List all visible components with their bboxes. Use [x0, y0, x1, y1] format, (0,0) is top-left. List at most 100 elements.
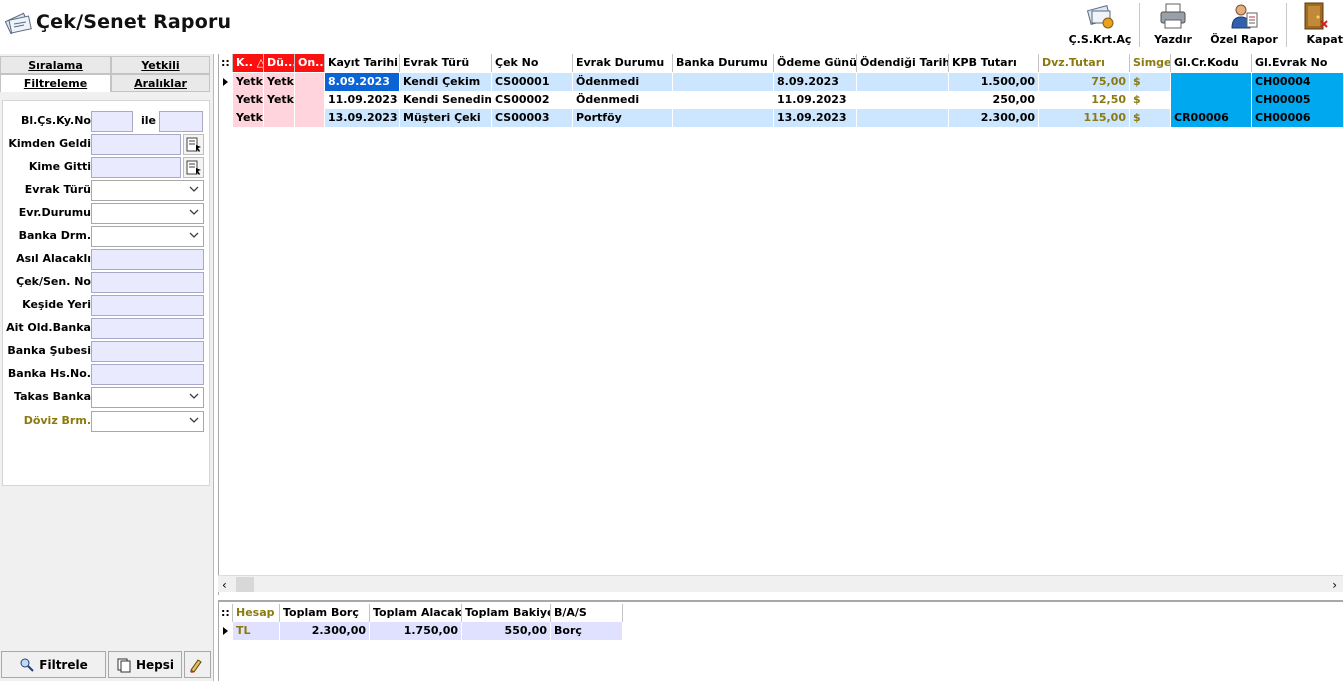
- evr-durumu-select[interactable]: [91, 203, 204, 224]
- column-header[interactable]: Banka Durumu: [673, 54, 774, 72]
- table-cell[interactable]: [673, 109, 774, 127]
- column-header[interactable]: Hesap: [233, 604, 280, 622]
- column-header[interactable]: Kayıt Tarihi: [325, 54, 400, 72]
- table-cell[interactable]: Müşteri Çeki: [400, 109, 492, 127]
- column-header[interactable]: Gl.Evrak No: [1252, 54, 1343, 72]
- table-cell[interactable]: TL: [233, 622, 280, 640]
- column-header[interactable]: Evrak Türü: [400, 54, 492, 72]
- column-header[interactable]: Ödendiği Tarih: [857, 54, 949, 72]
- grid-horizontal-scrollbar[interactable]: ‹ ›: [218, 575, 1343, 592]
- summary-row[interactable]: TL 2.300,00 1.750,00 550,00 Borç: [219, 622, 623, 640]
- table-cell[interactable]: 250,00: [949, 91, 1039, 109]
- table-cell[interactable]: Yetk: [264, 73, 295, 91]
- table-cell[interactable]: [857, 73, 949, 91]
- kimden-geldi-picker-button[interactable]: [183, 134, 204, 155]
- column-header[interactable]: Toplam Alacak: [370, 604, 462, 622]
- table-cell[interactable]: $: [1130, 73, 1171, 91]
- takas-banka-select[interactable]: [91, 387, 204, 408]
- column-header[interactable]: Toplam Bakiye: [462, 604, 551, 622]
- table-cell[interactable]: CS00002: [492, 91, 573, 109]
- summary-grid[interactable]: :: Hesap Toplam Borç Toplam Alacak Topla…: [218, 600, 1343, 681]
- table-cell[interactable]: [857, 109, 949, 127]
- table-cell[interactable]: [673, 91, 774, 109]
- scroll-thumb[interactable]: [236, 577, 254, 592]
- table-cell[interactable]: 75,00: [1039, 73, 1130, 91]
- evrak-turu-select[interactable]: [91, 180, 204, 201]
- tab-siralama[interactable]: Sıralama: [0, 56, 111, 74]
- table-cell[interactable]: $: [1130, 91, 1171, 109]
- scroll-right-icon[interactable]: ›: [1332, 578, 1337, 592]
- asil-alacakli-input[interactable]: [91, 249, 204, 270]
- column-header[interactable]: Ödeme Günü: [774, 54, 857, 72]
- checks-grid[interactable]: :: K.. △ Dü... On... Kayıt Tarihi Evrak …: [218, 54, 1343, 595]
- table-cell[interactable]: CS00003: [492, 109, 573, 127]
- table-cell[interactable]: CS00001: [492, 73, 573, 91]
- table-cell[interactable]: [295, 109, 325, 127]
- blcskyno-to-input[interactable]: [159, 111, 203, 132]
- table-row[interactable]: Yetk Yetk 8.09.2023 Kendi Çekim CS00001 …: [219, 73, 1343, 91]
- table-cell[interactable]: $: [1130, 109, 1171, 127]
- table-cell[interactable]: CH00006: [1252, 109, 1343, 127]
- table-cell[interactable]: [295, 91, 325, 109]
- tab-araliklar[interactable]: Aralıklar: [111, 74, 210, 92]
- column-header[interactable]: Dvz.Tutarı: [1039, 54, 1130, 72]
- table-cell[interactable]: 2.300,00: [949, 109, 1039, 127]
- keside-yeri-input[interactable]: [91, 295, 204, 316]
- table-cell[interactable]: 2.300,00: [280, 622, 370, 640]
- column-header[interactable]: On...: [295, 54, 325, 72]
- column-header[interactable]: KPB Tutarı: [949, 54, 1039, 72]
- table-cell[interactable]: Yetk: [233, 91, 264, 109]
- table-cell[interactable]: 11.09.2023: [325, 91, 400, 109]
- column-header[interactable]: Evrak Durumu: [573, 54, 673, 72]
- column-header[interactable]: Dü...: [264, 54, 295, 72]
- table-cell[interactable]: 13.09.2023: [774, 109, 857, 127]
- column-header[interactable]: K.. △: [233, 54, 264, 72]
- table-cell[interactable]: [295, 73, 325, 91]
- scroll-left-icon[interactable]: ‹: [222, 578, 227, 592]
- banka-hs-no-input[interactable]: [91, 364, 204, 385]
- table-cell[interactable]: [1171, 73, 1252, 91]
- table-cell[interactable]: [264, 109, 295, 127]
- table-cell[interactable]: [857, 91, 949, 109]
- table-cell[interactable]: CH00004: [1252, 73, 1343, 91]
- table-cell[interactable]: 1.750,00: [370, 622, 462, 640]
- column-header[interactable]: Toplam Borç: [280, 604, 370, 622]
- table-cell[interactable]: 115,00: [1039, 109, 1130, 127]
- table-row[interactable]: Yetk 13.09.2023 Müşteri Çeki CS00003 Por…: [219, 109, 1343, 127]
- table-cell[interactable]: Ödenmedi: [573, 73, 673, 91]
- table-cell[interactable]: Yetk: [233, 109, 264, 127]
- card-open-button[interactable]: Ç.S.Krt.Aç: [1067, 0, 1133, 50]
- table-cell[interactable]: Portföy: [573, 109, 673, 127]
- column-header[interactable]: B/A/S: [551, 604, 623, 622]
- close-button[interactable]: Kapat: [1287, 0, 1343, 50]
- column-header[interactable]: Simge: [1130, 54, 1171, 72]
- custom-report-button[interactable]: Özel Rapor: [1206, 0, 1282, 50]
- table-cell[interactable]: [673, 73, 774, 91]
- column-header[interactable]: Gl.Cr.Kodu: [1171, 54, 1252, 72]
- table-cell[interactable]: Ödenmedi: [573, 91, 673, 109]
- table-cell[interactable]: 8.09.2023: [774, 73, 857, 91]
- doviz-brm-select[interactable]: [91, 411, 204, 432]
- table-cell[interactable]: Kendi Çekim: [400, 73, 492, 91]
- tab-yetkili[interactable]: Yetkili: [111, 56, 210, 74]
- table-cell[interactable]: Kendi Senedim: [400, 91, 492, 109]
- filter-button[interactable]: Filtrele: [1, 651, 106, 678]
- kimden-geldi-input[interactable]: [91, 134, 181, 155]
- table-cell[interactable]: Borç: [551, 622, 623, 640]
- blcskyno-from-input[interactable]: [91, 111, 133, 132]
- table-cell[interactable]: [1171, 91, 1252, 109]
- ait-old-banka-input[interactable]: [91, 318, 204, 339]
- table-cell[interactable]: CH00005: [1252, 91, 1343, 109]
- print-button[interactable]: Yazdır: [1140, 0, 1206, 50]
- banka-drm-select[interactable]: [91, 226, 204, 247]
- clear-button[interactable]: [184, 651, 211, 678]
- kime-gitti-picker-button[interactable]: [183, 157, 204, 178]
- table-row[interactable]: Yetk Yetk 11.09.2023 Kendi Senedim CS000…: [219, 91, 1343, 109]
- table-cell[interactable]: 550,00: [462, 622, 551, 640]
- tab-filtreleme[interactable]: Filtreleme: [0, 74, 111, 92]
- column-header[interactable]: Çek No: [492, 54, 573, 72]
- all-button[interactable]: Hepsi: [108, 651, 182, 678]
- cek-sen-no-input[interactable]: [91, 272, 204, 293]
- table-cell[interactable]: 8.09.2023: [325, 73, 400, 91]
- table-cell[interactable]: 11.09.2023: [774, 91, 857, 109]
